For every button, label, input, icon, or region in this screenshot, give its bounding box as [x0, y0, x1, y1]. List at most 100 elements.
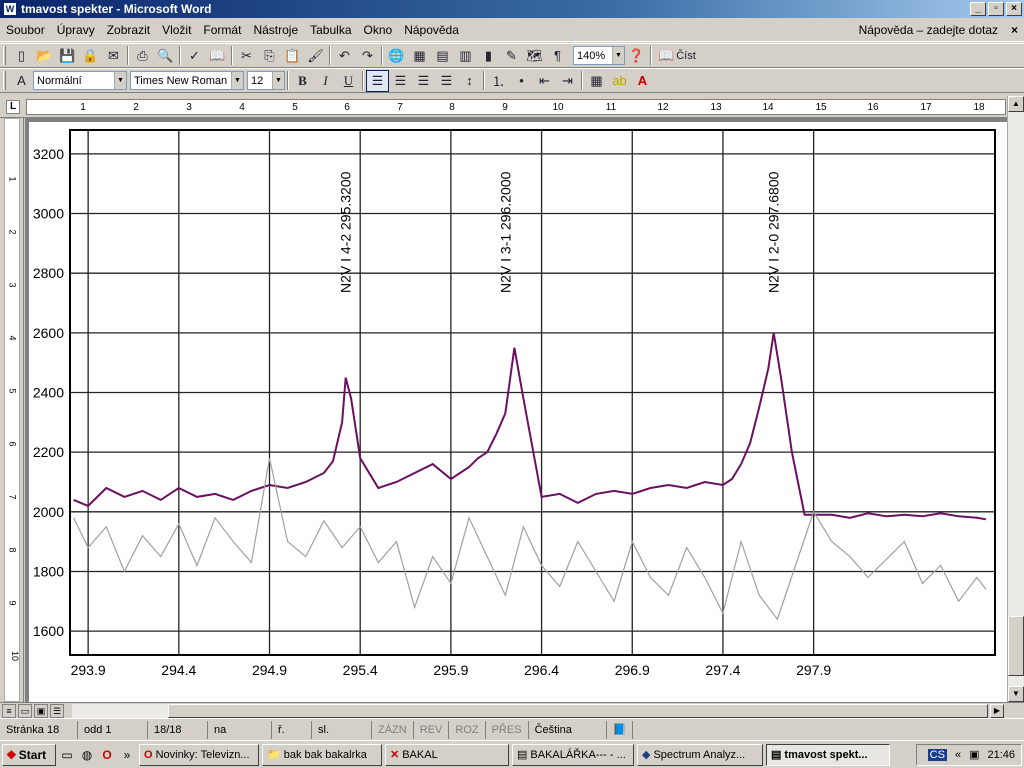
italic-button[interactable]: I — [314, 70, 337, 92]
chevron-down-icon[interactable]: ▼ — [612, 47, 624, 64]
scroll-up-arrow[interactable]: ▲ — [1008, 96, 1024, 112]
task-button-active[interactable]: ▤ tmavost spekt... — [766, 743, 890, 766]
justify-icon[interactable]: ☰ — [435, 70, 458, 92]
increase-indent-icon[interactable]: ⇥ — [556, 70, 579, 92]
print-layout-icon[interactable]: ▣ — [34, 703, 48, 718]
tab-selector[interactable]: L — [6, 100, 20, 114]
show-hide-icon[interactable]: ¶ — [546, 45, 569, 67]
network-icon[interactable]: ▣ — [969, 748, 979, 761]
vertical-ruler-strip[interactable]: 1 2 3 4 5 6 7 8 9 10 — [4, 118, 20, 702]
borders-icon[interactable]: ▦ — [585, 70, 608, 92]
hyperlink-icon[interactable]: 🌐 — [385, 45, 408, 67]
tray-chevron-icon[interactable]: « — [955, 749, 961, 761]
status-section[interactable]: odd 1 — [78, 720, 148, 739]
scroll-thumb[interactable] — [1008, 616, 1024, 676]
undo-icon[interactable]: ↶ — [333, 45, 356, 67]
cut-icon[interactable]: ✂ — [235, 45, 258, 67]
status-ext[interactable]: ROZ — [449, 720, 486, 739]
language-indicator[interactable]: CS — [927, 748, 947, 761]
numbering-icon[interactable]: ⒈ — [487, 70, 510, 92]
chevron-down-icon[interactable]: ▼ — [114, 72, 126, 89]
chevron-down-icon[interactable]: ▼ — [231, 72, 243, 89]
insert-excel-icon[interactable]: ▥ — [454, 45, 477, 67]
align-center-icon[interactable]: ☰ — [389, 70, 412, 92]
task-button[interactable]: ◆ Spectrum Analyz... — [637, 743, 763, 766]
status-rev[interactable]: REV — [414, 720, 450, 739]
copy-icon[interactable]: ⎘ — [258, 45, 281, 67]
menu-format[interactable]: Formát — [197, 23, 247, 37]
help-question-box[interactable]: Nápověda – zadejte dotaz — [859, 23, 998, 37]
align-right-icon[interactable]: ☰ — [412, 70, 435, 92]
drawing-icon[interactable]: ✎ — [500, 45, 523, 67]
status-ovr[interactable]: PŘES — [486, 720, 529, 739]
overflow-chevron-icon[interactable]: » — [118, 746, 136, 764]
status-pages[interactable]: 18/18 — [148, 720, 208, 739]
paste-icon[interactable]: 📋 — [281, 45, 304, 67]
ruler-strip[interactable]: 1 2 3 4 5 6 7 8 9 10 11 12 13 14 15 16 1… — [26, 99, 1006, 115]
web-layout-icon[interactable]: ▭ — [18, 703, 32, 718]
opera-icon[interactable]: O — [98, 746, 116, 764]
permission-icon[interactable]: 🔒 — [79, 45, 102, 67]
task-button[interactable]: ▤ BAKALÁŘKA--- - ... — [512, 743, 634, 766]
desktop-icon[interactable]: ▭ — [58, 746, 76, 764]
format-painter-icon[interactable]: 🖌 — [304, 45, 327, 67]
vertical-scrollbar[interactable]: ▲ ▼ — [1007, 96, 1024, 702]
font-select[interactable]: Times New Roman ▼ — [130, 71, 244, 90]
normal-view-icon[interactable]: ≡ — [2, 703, 16, 718]
status-line[interactable]: ř. — [272, 720, 312, 739]
spelling-status-icon[interactable]: 📘 — [607, 720, 634, 739]
scroll-right-arrow[interactable]: ▶ — [990, 703, 1004, 718]
menu-window[interactable]: Okno — [358, 23, 399, 37]
print-icon[interactable]: ⎙ — [131, 45, 154, 67]
style-select[interactable]: Normální ▼ — [33, 71, 127, 90]
toolbar-grip[interactable] — [3, 46, 6, 65]
close-button[interactable]: × — [1006, 2, 1022, 16]
horizontal-scroll-thumb[interactable] — [168, 703, 988, 718]
menu-insert[interactable]: Vložit — [156, 23, 197, 37]
email-icon[interactable]: ✉ — [102, 45, 125, 67]
task-button[interactable]: O Novinky: Televizn... — [139, 743, 259, 766]
close-document-button[interactable]: × — [1011, 23, 1018, 37]
redo-icon[interactable]: ↷ — [356, 45, 379, 67]
status-rec[interactable]: ZÁZN — [372, 720, 414, 739]
print-preview-icon[interactable]: 🔍 — [154, 45, 177, 67]
spelling-icon[interactable]: ✓ — [183, 45, 206, 67]
outline-view-icon[interactable]: ☰ — [50, 703, 64, 718]
status-at[interactable]: na — [208, 720, 272, 739]
maximize-button[interactable]: ▫ — [988, 2, 1004, 16]
status-page[interactable]: Stránka 18 — [0, 720, 78, 739]
font-color-icon[interactable]: A — [631, 70, 654, 92]
status-language[interactable]: Čeština — [529, 720, 607, 739]
bold-button[interactable]: B — [291, 70, 314, 92]
status-column[interactable]: sl. — [312, 720, 372, 739]
task-button[interactable]: ✕ BAKAL — [385, 743, 509, 766]
word-app-icon[interactable]: W — [3, 2, 17, 16]
horizontal-scrollbar-track[interactable] — [72, 703, 988, 718]
clock[interactable]: 21:46 — [987, 749, 1015, 761]
new-document-icon[interactable]: ▯ — [10, 45, 33, 67]
menu-file[interactable]: Soubor — [0, 23, 51, 37]
help-icon[interactable]: ❓ — [625, 45, 648, 67]
menu-view[interactable]: Zobrazit — [101, 23, 156, 37]
line-spacing-icon[interactable]: ↕ — [458, 70, 481, 92]
open-folder-icon[interactable]: 📂 — [33, 45, 56, 67]
document-map-icon[interactable]: 🗺 — [523, 45, 546, 67]
scroll-down-arrow[interactable]: ▼ — [1008, 686, 1024, 702]
styles-formatting-icon[interactable]: A — [10, 70, 33, 92]
menu-tools[interactable]: Nástroje — [247, 23, 304, 37]
minimize-button[interactable]: _ — [970, 2, 986, 16]
research-icon[interactable]: 📖 — [206, 45, 229, 67]
align-left-icon[interactable]: ☰ — [366, 69, 389, 92]
underline-button[interactable]: U — [337, 70, 360, 92]
menu-table[interactable]: Tabulka — [304, 23, 357, 37]
insert-table-icon[interactable]: ▤ — [431, 45, 454, 67]
document-page[interactable]: 1600 1800 2000 2200 2400 2600 2800 3000 3200 293.… — [29, 122, 1007, 702]
save-icon[interactable]: 💾 — [56, 45, 79, 67]
highlight-icon[interactable]: ab — [608, 70, 631, 92]
menu-help[interactable]: Nápověda — [398, 23, 465, 37]
tables-borders-icon[interactable]: ▦ — [408, 45, 431, 67]
menu-edit[interactable]: Úpravy — [51, 23, 101, 37]
bullets-icon[interactable]: • — [510, 70, 533, 92]
columns-icon[interactable]: ▮ — [477, 45, 500, 67]
task-button[interactable]: 📁 bak bak bakalrka — [262, 743, 382, 766]
